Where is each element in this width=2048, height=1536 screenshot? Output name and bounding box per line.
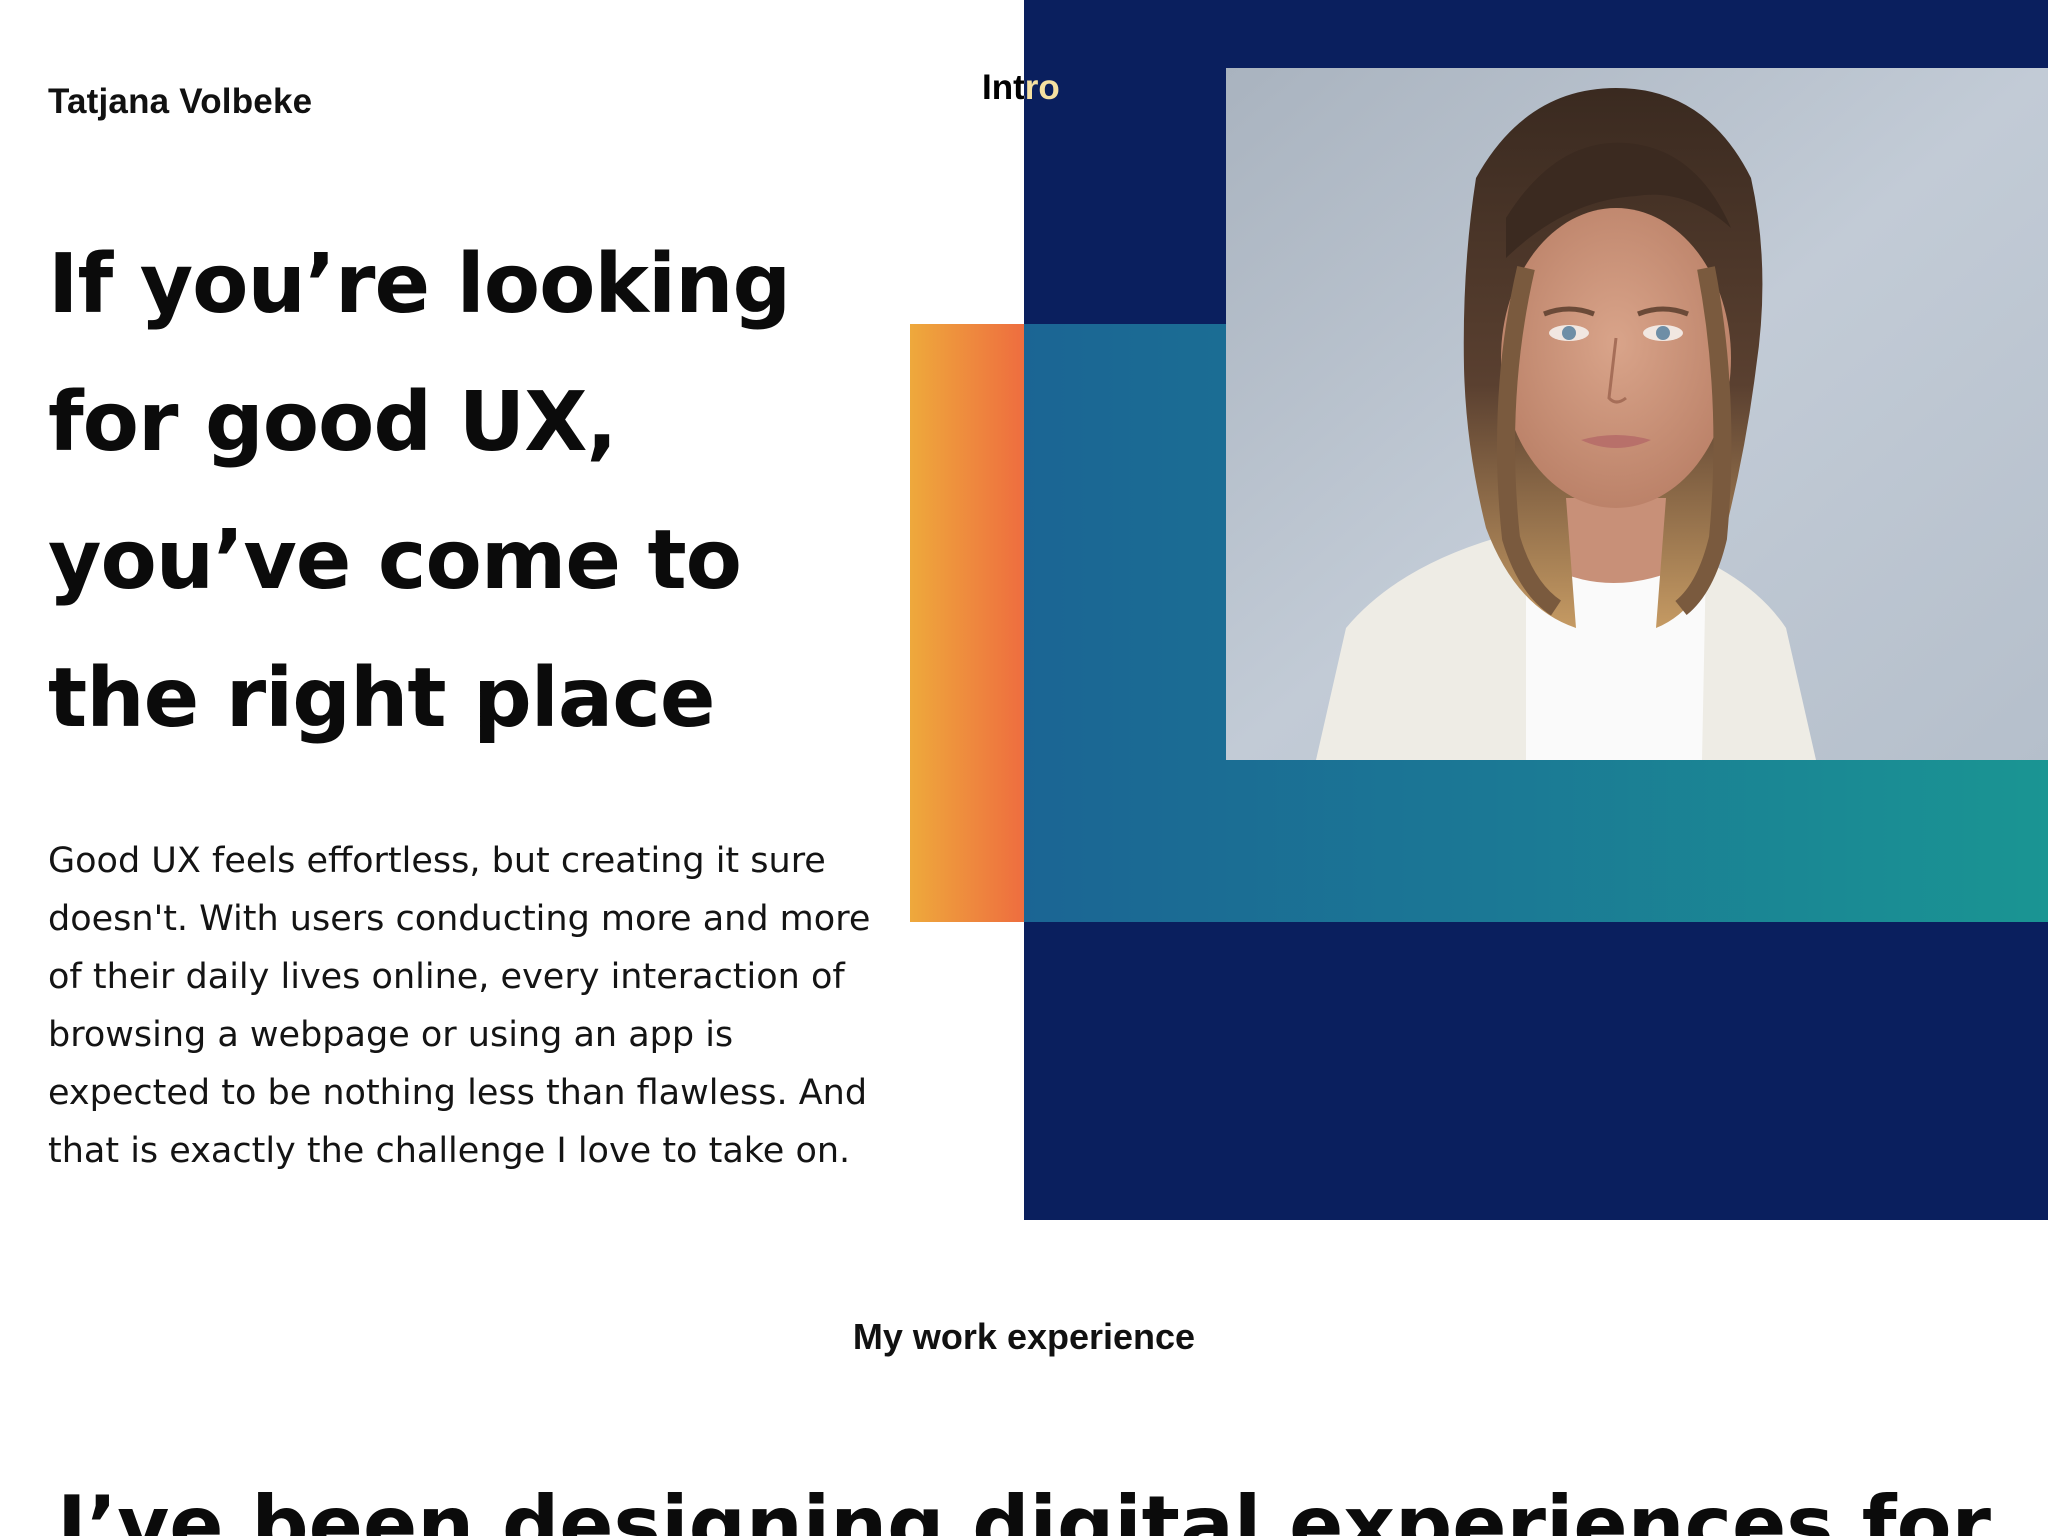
work-experience-headline: I’ve been designing digital experiences …	[57, 1479, 1991, 1536]
portrait-illustration	[1226, 68, 2048, 760]
hero-body-text: Good UX feels effortless, but creating i…	[48, 841, 871, 1171]
work-experience-label: My work experience	[852, 1316, 1196, 1357]
hero-orange-accent-bar	[910, 324, 1024, 922]
brand-name[interactable]: Tatjana Volbeke	[48, 82, 312, 122]
hero-headline: If you’re looking for good UX, you’ve co…	[48, 237, 791, 746]
portrait-photo	[1226, 68, 2048, 760]
nav-link-intro[interactable]: Intro	[982, 68, 1060, 108]
